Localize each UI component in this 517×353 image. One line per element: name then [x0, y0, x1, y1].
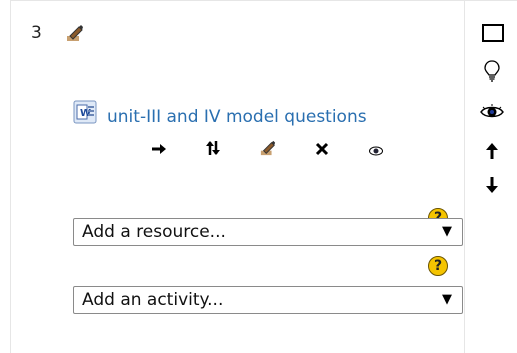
add-activity-dropdown-arrow-icon: ▼ — [442, 292, 452, 307]
resource-link-text[interactable]: unit-III and IV model questions — [107, 107, 367, 127]
resource-actions — [91, 134, 387, 168]
add-resource-select[interactable]: Add a resource... ▼ — [73, 218, 463, 246]
select-checkbox-icon[interactable] — [482, 24, 504, 46]
add-resource-dropdown-arrow-icon: ▼ — [442, 224, 452, 239]
add-resource-selected: Add a resource... — [82, 222, 226, 242]
add-activity-selected: Add an activity... — [82, 290, 224, 310]
highlight-bulb-icon[interactable] — [484, 60, 500, 86]
show-icon[interactable] — [339, 134, 383, 168]
section-number: 3 — [31, 23, 42, 43]
delete-icon[interactable] — [285, 134, 329, 168]
edit-summary-icon[interactable] — [66, 24, 84, 46]
section-right-divider — [464, 0, 465, 353]
add-activity-select[interactable]: Add an activity... ▼ — [73, 286, 463, 314]
move-right-icon[interactable] — [121, 134, 167, 168]
resource-link[interactable]: unit-III and IV model questions — [77, 100, 417, 168]
move-down-icon[interactable] — [485, 176, 499, 198]
move-icon[interactable] — [176, 134, 221, 168]
add-activity-help-icon[interactable]: ? — [428, 256, 448, 276]
visibility-eye-icon[interactable] — [480, 104, 504, 124]
edit-icon[interactable] — [230, 134, 276, 168]
move-up-icon[interactable] — [485, 142, 499, 164]
